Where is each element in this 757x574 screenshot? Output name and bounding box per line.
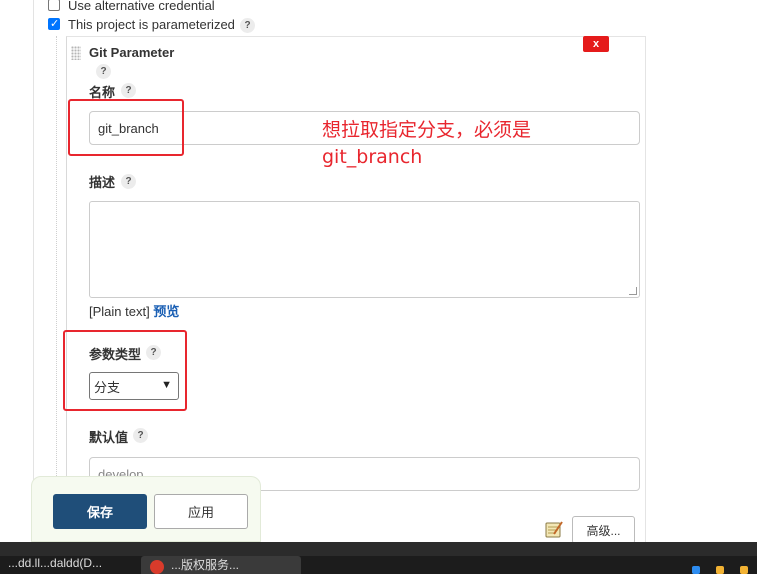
parameter-title: Git Parameter	[89, 45, 175, 60]
save-button[interactable]: 保存	[53, 494, 147, 529]
default-value-label: 默认值	[89, 430, 129, 445]
taskbar-item-2: ...版权服务...	[171, 558, 240, 572]
parameter-help-icon[interactable]: ?	[96, 64, 111, 79]
parameterized-help-icon[interactable]: ?	[240, 18, 255, 33]
panel-outer-guide	[56, 36, 57, 542]
default-value-help-icon[interactable]: ?	[133, 428, 148, 443]
highlight-box-name	[68, 99, 184, 156]
app-icon	[150, 560, 164, 574]
advanced-button[interactable]: 高级...	[572, 516, 635, 544]
parameterized-label: This project is parameterized	[68, 17, 235, 32]
apply-button[interactable]: 应用	[154, 494, 248, 529]
taskbar-item-2-tab[interactable]: ...版权服务...	[141, 556, 301, 574]
description-help-icon[interactable]: ?	[121, 174, 136, 189]
plain-text-prefix: [Plain text]	[89, 304, 150, 319]
tray-folder-icon[interactable]	[740, 566, 748, 574]
resize-handle-icon[interactable]	[629, 287, 637, 295]
parameterized-checkbox[interactable]	[48, 17, 60, 30]
description-label: 描述	[89, 175, 116, 190]
alt-credential-label: Use alternative credential	[68, 0, 215, 13]
alt-credential-checkbox[interactable]	[48, 0, 60, 11]
description-textarea[interactable]	[89, 201, 640, 298]
notepad-icon	[545, 520, 563, 538]
tray-yellow-icon[interactable]	[716, 566, 724, 574]
delete-parameter-button[interactable]: x	[583, 36, 609, 52]
drag-handle-icon[interactable]	[71, 46, 81, 60]
highlight-box-type	[63, 330, 187, 411]
taskbar-strip	[0, 542, 757, 556]
taskbar-item-1[interactable]: ...dd.ll...daldd(D...	[8, 556, 133, 574]
preview-link[interactable]: 预览	[153, 304, 179, 319]
name-help-icon[interactable]: ?	[121, 83, 136, 98]
tray-blue-icon[interactable]	[692, 566, 700, 574]
annotation-line-2: git_branch	[322, 146, 423, 168]
plain-text-note: [Plain text] 预览	[89, 301, 179, 320]
left-rail	[33, 0, 34, 542]
